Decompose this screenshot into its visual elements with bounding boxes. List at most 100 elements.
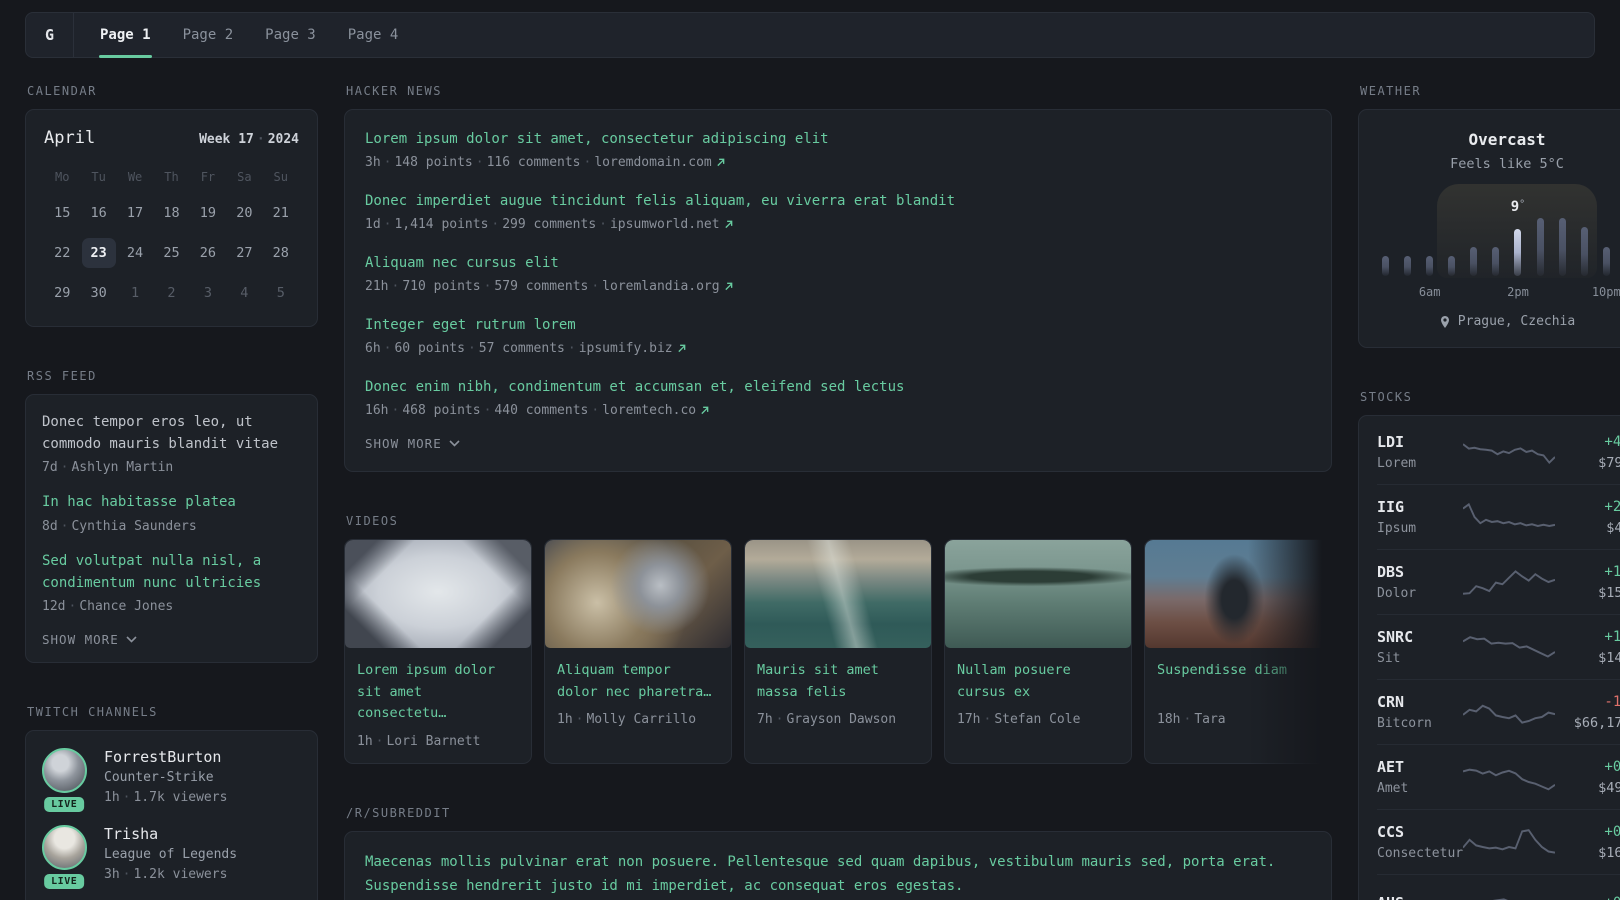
twitch-channel-row[interactable]: LIVE ForrestBurton Counter-Strike 1h · 1.7…	[42, 748, 301, 813]
video-thumbnail[interactable]	[745, 540, 931, 648]
twitch-channel-meta: 1h · 1.7k viewers	[104, 790, 227, 805]
item-comments[interactable]: 57 comments	[479, 341, 565, 356]
video-thumbnail[interactable]	[945, 540, 1131, 648]
item-domain[interactable]: ipsumify.biz	[579, 341, 673, 356]
rss-show-more-button[interactable]: SHOW MORE	[42, 632, 301, 647]
hackernews-item-meta: 1d · 1,414 points · 299 comments · ipsumworld.…	[365, 217, 1311, 232]
twitch-channel-name[interactable]: Trisha	[104, 825, 237, 843]
app-logo[interactable]: G	[26, 13, 74, 57]
item-comments[interactable]: 116 comments	[487, 155, 581, 170]
stock-row[interactable]: IIG Ipsum +2.84% $42.04	[1377, 484, 1620, 549]
calendar-grid: Mo Tu We Th Fr Sa Su 15 16 17 18 19 20 21 22 23 24 25 26 27…	[44, 166, 299, 308]
video-title[interactable]: Suspendisse diam	[1157, 660, 1319, 703]
video-title[interactable]: Aliquam tempor dolor nec pharetra…	[557, 660, 719, 703]
hackernews-item: Donec enim nibh, condimentum et accumsan…	[365, 377, 1311, 418]
stock-name: Consectetur	[1377, 846, 1464, 861]
twitch-channel-name[interactable]: ForrestBurton	[104, 748, 227, 766]
hackernews-list: Lorem ipsum dolor sit amet, consectetur …	[365, 129, 1311, 418]
stock-change: -1.00%	[1604, 693, 1620, 710]
stock-row[interactable]: CCS Consectetur +0.51% $165.84	[1377, 809, 1620, 874]
video-card[interactable]: Lorem ipsum dolor sit amet consectetu… 1…	[344, 539, 532, 764]
stock-row[interactable]: DBS Dolor +1.42% $156.28	[1377, 549, 1620, 614]
hackernews-item-title[interactable]: Integer eget rutrum lorem	[365, 315, 1311, 336]
weather-condition: Overcast	[1468, 130, 1546, 149]
hackernews-item-title[interactable]: Aliquam nec cursus elit	[365, 253, 1311, 274]
video-card-body: Mauris sit amet massa felis 7h · Grayson D…	[745, 648, 931, 741]
video-author: Lori Barnett	[386, 733, 481, 749]
video-thumbnail[interactable]	[345, 540, 531, 648]
video-card[interactable]: Mauris sit amet massa felis 7h · Grayson D…	[744, 539, 932, 764]
stock-row[interactable]: AET Amet +0.92% $499.72	[1377, 744, 1620, 809]
weather-bar: ° 10pm	[1592, 206, 1620, 299]
rss-item-title[interactable]: In hac habitasse platea	[42, 492, 301, 514]
video-title[interactable]: Lorem ipsum dolor sit amet consectetu…	[357, 660, 519, 725]
separator-dot: ·	[122, 790, 131, 806]
video-thumbnail[interactable]	[1145, 540, 1331, 648]
calendar-weekday-header: Fr	[200, 170, 216, 184]
item-domain[interactable]: loremtech.co	[602, 403, 696, 418]
weather-axis-label: 2pm	[1507, 285, 1529, 299]
item-domain[interactable]: loremlandia.org	[602, 279, 719, 294]
video-title[interactable]: Nullam posuere cursus ex	[957, 660, 1119, 703]
video-meta: 7h · Grayson Dawson	[757, 712, 919, 727]
stock-values: -1.00% $66,171.48	[1555, 694, 1620, 731]
hackernews-show-more-button[interactable]: SHOW MORE	[365, 436, 1311, 451]
stock-row[interactable]: CRN Bitcorn -1.00% $66,171.48	[1377, 679, 1620, 744]
stock-row[interactable]: AHS +0.46%	[1377, 874, 1620, 900]
nav-tab[interactable]: Page 3	[249, 13, 332, 57]
nav-tab[interactable]: Page 4	[332, 13, 415, 57]
stock-sparkline	[1463, 630, 1555, 664]
stock-name: Sit	[1377, 651, 1401, 666]
video-card[interactable]: Suspendisse diam 18h · Tara	[1144, 539, 1332, 764]
item-comments[interactable]: 299 comments	[502, 217, 596, 232]
hackernews-item-title[interactable]: Lorem ipsum dolor sit amet, consectetur …	[365, 129, 1311, 150]
twitch-channel-row[interactable]: LIVE Trisha League of Legends 3h · 1.2k vi…	[42, 825, 301, 890]
twitch-viewers: 1.7k viewers	[133, 790, 228, 806]
calendar-day: 23	[81, 238, 116, 268]
subreddit-card: Maecenas mollis pulvinar erat non posuer…	[344, 830, 1332, 900]
weather-section: WEATHER Overcast Feels like 5°C ° ° ° 6a…	[1358, 84, 1620, 348]
videos-section: VIDEOS Lorem ipsum dolor sit amet consec…	[344, 514, 1332, 764]
nav-tab[interactable]: Page 2	[167, 13, 250, 57]
calendar-week: Week 17	[199, 132, 254, 147]
weather-location-row[interactable]: Prague, Czechia	[1379, 314, 1620, 329]
weather-bar: °	[1448, 206, 1456, 276]
weather-bar-fill	[1602, 247, 1610, 276]
weather-bar-fill	[1558, 218, 1566, 276]
stocks-list: LDI Lorem +4.35% $795.18 IIG Ipsum +2.84…	[1377, 420, 1620, 900]
stock-price: $148.64	[1598, 649, 1620, 666]
subreddit-post-title[interactable]: Maecenas mollis pulvinar erat non posuer…	[365, 851, 1311, 899]
hackernews-item-title[interactable]: Donec enim nibh, condimentum et accumsan…	[365, 377, 1311, 398]
item-domain[interactable]: loremdomain.com	[594, 155, 711, 170]
item-domain[interactable]: ipsumworld.net	[610, 217, 720, 232]
weather-bar: °	[1382, 206, 1389, 276]
stock-row[interactable]: LDI Lorem +4.35% $795.18	[1377, 420, 1620, 484]
stock-sparkline	[1463, 825, 1555, 859]
separator-dot: ·	[391, 279, 400, 294]
hackernews-item-title[interactable]: Donec imperdiet augue tincidunt felis al…	[365, 191, 1311, 212]
calendar-weekday-header: Mo	[54, 170, 70, 184]
rss-item-title[interactable]: Donec tempor eros leo, ut commodo mauris…	[42, 412, 301, 455]
separator-dot: ·	[483, 403, 492, 418]
separator-dot: ·	[122, 867, 131, 883]
video-card[interactable]: Aliquam tempor dolor nec pharetra… 1h · Mo…	[544, 539, 732, 764]
stock-row[interactable]: SNRC Sit +1.36% $148.64	[1377, 614, 1620, 679]
stock-change: +1.42%	[1604, 563, 1620, 580]
stock-symbol: DBS	[1377, 563, 1405, 581]
stock-change: +0.92%	[1604, 758, 1620, 775]
stock-values: +4.35% $795.18	[1555, 434, 1620, 471]
video-card[interactable]: Nullam posuere cursus ex 17h · Stefan Cole	[944, 539, 1132, 764]
video-title[interactable]: Mauris sit amet massa felis	[757, 660, 919, 703]
external-link-icon	[677, 344, 685, 353]
weather-axis-label: 10pm	[1591, 285, 1620, 299]
separator-dot: ·	[567, 341, 576, 356]
rss-item: In hac habitasse platea 8d · Cynthia Saund…	[42, 492, 301, 534]
video-thumbnail[interactable]	[545, 540, 731, 648]
item-comments[interactable]: 440 comments	[494, 403, 588, 418]
rss-item-title[interactable]: Sed volutpat nulla nisl, a condimentum n…	[42, 551, 301, 594]
calendar-weekday-header: Sa	[237, 170, 252, 184]
nav-tab[interactable]: Page 1	[84, 13, 167, 58]
separator-dot: ·	[983, 712, 992, 728]
item-comments[interactable]: 579 comments	[494, 279, 588, 294]
hackernews-section: HACKER NEWS Lorem ipsum dolor sit amet, …	[344, 84, 1332, 472]
